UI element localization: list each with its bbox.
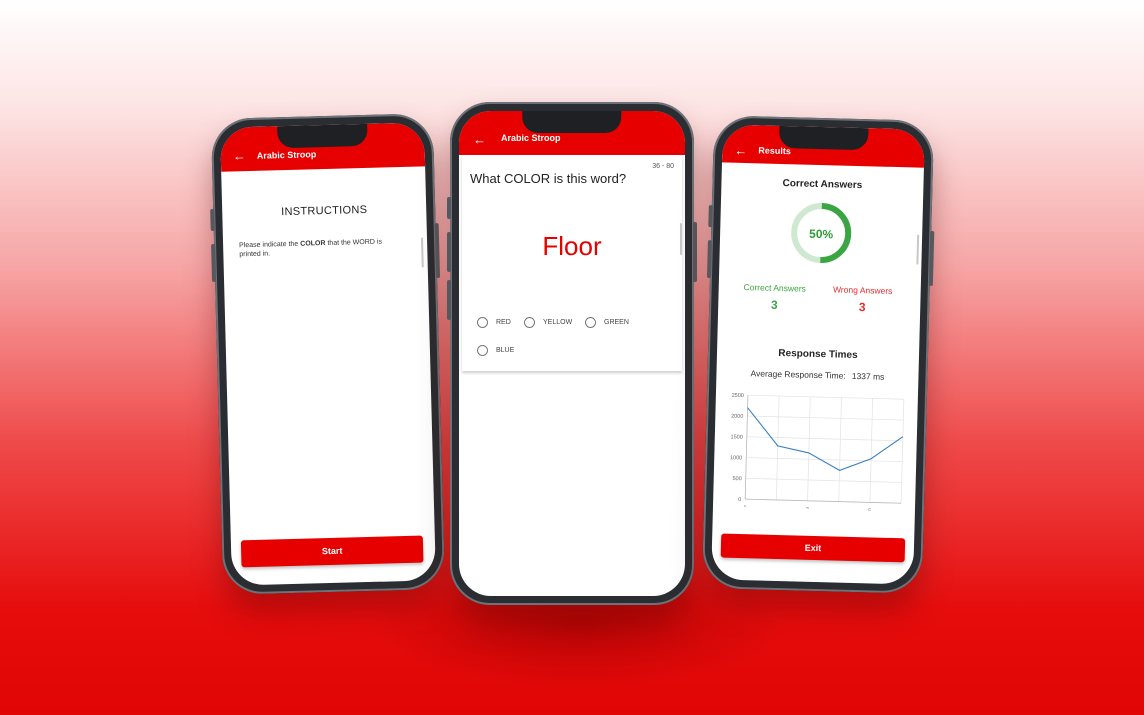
series-line [747, 407, 904, 472]
radio-unchecked-icon[interactable] [585, 317, 596, 328]
correct-answers-value: 3 [770, 297, 778, 312]
start-button[interactable]: Start [240, 535, 424, 568]
correct-answers-label: Correct Answers [743, 282, 807, 294]
wrong-answers-value: 3 [858, 300, 866, 315]
instructions-text-part: that the [325, 239, 353, 248]
phone-side-button [708, 205, 713, 228]
radio-unchecked-icon[interactable] [524, 317, 535, 328]
radio-unchecked-icon[interactable] [477, 345, 488, 356]
phone-side-button [447, 280, 451, 320]
phone-question: ← Arabic Stroop 36 - 80 What COLOR is th… [447, 102, 697, 605]
question-counter: 36 - 80 [652, 163, 674, 170]
option-blue[interactable]: BLUE [477, 345, 514, 356]
screen: ← Arabic Stroop 36 - 80 What COLOR is th… [459, 111, 685, 596]
grid-line [745, 478, 902, 483]
app-bar-title: Results [758, 145, 791, 157]
percent-label: 50% [808, 226, 834, 242]
notch [277, 123, 368, 149]
notch [778, 125, 869, 151]
phone-side-button [447, 232, 451, 272]
instructions-text: Please indicate the COLOR that the WORD … [239, 237, 405, 259]
response-times-heading: Response Times [778, 347, 858, 362]
question-card: 36 - 80 What COLOR is this word? Floor R… [462, 155, 682, 371]
option-label: RED [496, 319, 511, 326]
grid-line [869, 398, 874, 503]
option-label: BLUE [496, 347, 515, 354]
exit-button[interactable]: Exit [720, 533, 906, 563]
question-prompt: What COLOR is this word? [470, 171, 627, 186]
phone-side-button [706, 240, 712, 279]
back-arrow-icon[interactable]: ← [233, 148, 246, 163]
app-bar-title: Arabic Stroop [256, 149, 317, 161]
grid-line [776, 395, 780, 500]
x-tick-label: 3 [806, 507, 809, 512]
instructions-word-word: WORD [352, 238, 375, 247]
instructions-heading: INSTRUCTIONS [281, 203, 368, 219]
back-arrow-icon[interactable]: ← [473, 132, 486, 147]
option-red[interactable]: RED [477, 317, 511, 328]
x-tick-label: 1 [743, 505, 746, 511]
grid-line [807, 396, 811, 501]
screen: ← Results Correct Answers 50% Correct An… [711, 124, 925, 585]
avg-value: 1337 ms [851, 370, 885, 382]
x-tick-label: 5 [868, 508, 871, 511]
phone-side-button [211, 243, 217, 283]
scrollbar[interactable] [680, 223, 682, 255]
y-tick-label: 500 [732, 476, 741, 482]
y-tick-label: 2500 [732, 393, 744, 399]
grid-line [747, 415, 904, 421]
phone-side-button [693, 222, 697, 282]
y-tick-label: 1500 [730, 434, 742, 440]
phone-side-button [434, 223, 441, 279]
grid-line [746, 457, 903, 462]
app-bar-title: Arabic Stroop [501, 133, 561, 143]
phone-instructions: ← Arabic Stroop INSTRUCTIONS Please indi… [210, 113, 446, 595]
y-tick-label: 0 [738, 497, 741, 503]
back-arrow-icon[interactable]: ← [734, 143, 747, 158]
instructions-text-part: Please indicate the [239, 240, 301, 250]
instructions-color-word: COLOR [300, 240, 326, 248]
option-label: YELLOW [543, 319, 573, 326]
option-green[interactable]: GREEN [585, 317, 629, 328]
x-axis [745, 498, 902, 504]
avg-label: Average Response Time: [750, 368, 846, 381]
notch [522, 111, 622, 133]
stroop-word: Floor [542, 231, 602, 261]
y-tick-label: 2000 [731, 414, 743, 420]
screen: ← Arabic Stroop INSTRUCTIONS Please indi… [220, 122, 436, 586]
scrollbar[interactable] [420, 237, 424, 268]
phone-side-button [210, 208, 215, 232]
response-time-chart: 2500 2000 1500 1000 500 01 3 5 [730, 393, 905, 512]
option-label: GREEN [604, 319, 629, 326]
phone-side-button [928, 230, 935, 286]
scrollbar[interactable] [916, 234, 920, 265]
phone-side-button [447, 197, 451, 219]
y-axis [744, 395, 749, 500]
wrong-answers-label: Wrong Answers [832, 284, 893, 296]
radio-unchecked-icon[interactable] [477, 317, 488, 328]
option-yellow[interactable]: YELLOW [524, 317, 572, 328]
y-tick-label: 1000 [730, 455, 742, 461]
phone-results: ← Results Correct Answers 50% Correct An… [701, 115, 935, 594]
correct-answers-heading: Correct Answers [782, 178, 863, 192]
grid-line [900, 399, 905, 504]
grid-line [746, 436, 903, 442]
average-response-time: Average Response Time: 1337 ms [716, 367, 918, 382]
grid-line [747, 394, 904, 400]
grid-line [838, 397, 842, 502]
